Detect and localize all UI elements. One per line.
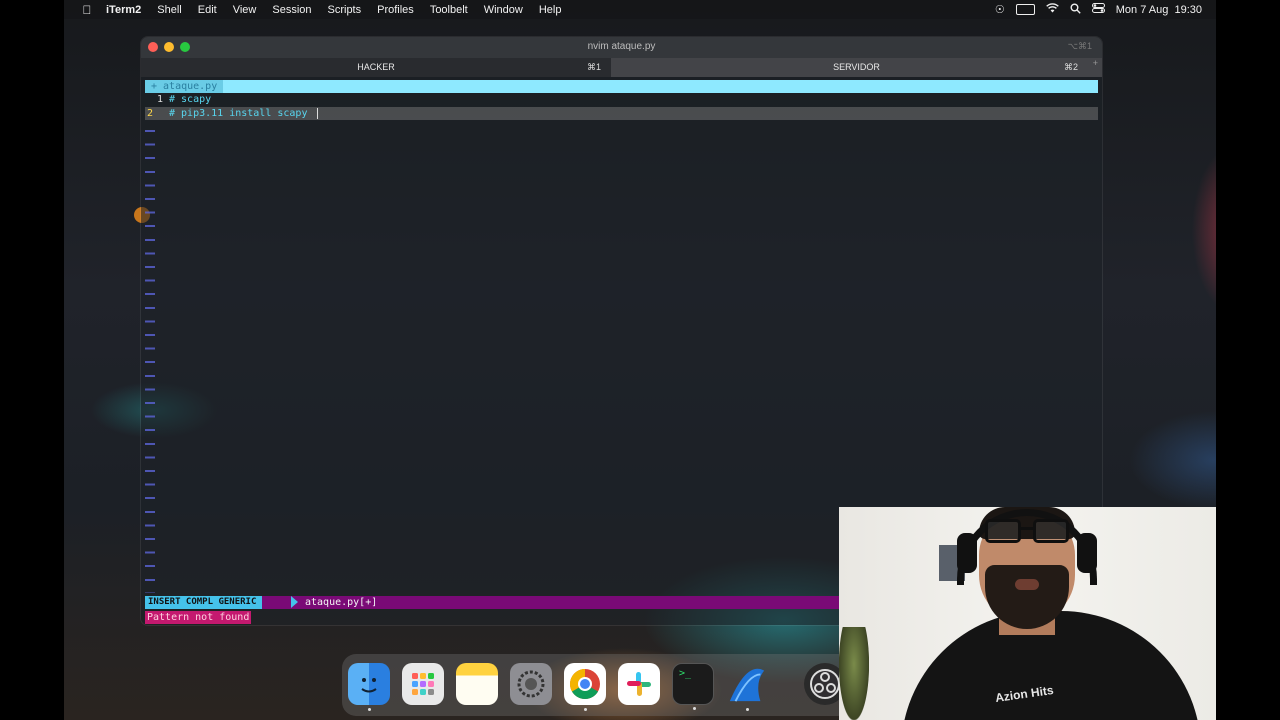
tab-shortcut: ⌘2 bbox=[1063, 62, 1078, 72]
tab-hacker[interactable]: HACKER ⌘1 bbox=[141, 58, 611, 77]
wireshark-icon[interactable] bbox=[726, 663, 768, 711]
menu-bar:  iTerm2 Shell Edit View Session Scripts… bbox=[64, 0, 1216, 19]
powerline-separator bbox=[291, 596, 298, 608]
slack-icon[interactable] bbox=[618, 663, 660, 705]
focus-icon[interactable]: ☉ bbox=[995, 3, 1005, 16]
empty-line-markers bbox=[145, 123, 155, 593]
webcam-overlay: Azion Hits bbox=[839, 507, 1216, 720]
line-number: 2 bbox=[147, 108, 154, 119]
tab-bar: HACKER ⌘1 SERVIDOR ⌘2 + bbox=[141, 58, 1102, 77]
apple-logo-icon[interactable]:  bbox=[80, 3, 94, 17]
vim-mode-indicator: INSERT COMPL GENERIC bbox=[145, 596, 263, 609]
menu-item-iterm2[interactable]: iTerm2 bbox=[106, 4, 141, 16]
wifi-icon[interactable] bbox=[1045, 3, 1059, 16]
tab-servidor[interactable]: SERVIDOR ⌘2 bbox=[611, 58, 1102, 77]
search-icon[interactable] bbox=[1070, 3, 1081, 17]
system-settings-icon[interactable] bbox=[510, 663, 552, 705]
line-number: 1 bbox=[156, 94, 163, 105]
menu-item-scripts[interactable]: Scripts bbox=[328, 4, 362, 16]
menu-item-window[interactable]: Window bbox=[484, 4, 523, 16]
menu-item-session[interactable]: Session bbox=[272, 4, 311, 16]
launchpad-icon[interactable] bbox=[402, 663, 444, 705]
vim-tabline: + ataque.py bbox=[145, 80, 1098, 93]
menu-item-toolbelt[interactable]: Toolbelt bbox=[430, 4, 468, 16]
menu-bar-clock[interactable]: Mon 7 Aug 19:30 bbox=[1116, 4, 1202, 16]
line-text: # pip3.11 install scapy bbox=[169, 108, 314, 119]
menu-item-shell[interactable]: Shell bbox=[157, 4, 181, 16]
editor-line[interactable]: 1 # scapy bbox=[145, 93, 1098, 106]
headset-earcup bbox=[1077, 533, 1097, 573]
running-indicator bbox=[693, 707, 696, 710]
plant bbox=[839, 627, 869, 720]
tab-label: HACKER bbox=[357, 62, 395, 72]
glasses-lens bbox=[985, 519, 1021, 543]
headset-earcup bbox=[957, 533, 977, 573]
battery-icon[interactable] bbox=[1015, 4, 1035, 15]
running-indicator bbox=[368, 708, 371, 711]
new-tab-button[interactable]: + bbox=[1093, 58, 1098, 68]
tab-label: SERVIDOR bbox=[833, 62, 880, 72]
glasses-lens bbox=[1033, 519, 1069, 543]
line-text: # scapy bbox=[169, 94, 212, 105]
editor-line-current[interactable]: 2 # pip3.11 install scapy bbox=[145, 107, 1098, 120]
tab-shortcut: ⌘1 bbox=[586, 62, 601, 72]
dock: >_ bbox=[342, 654, 852, 716]
running-indicator bbox=[584, 708, 587, 711]
status-filename: ataque.py[+] bbox=[305, 597, 378, 608]
window-shortcut: ⌥⌘1 bbox=[1067, 41, 1092, 51]
menu-item-help[interactable]: Help bbox=[539, 4, 562, 16]
menu-item-edit[interactable]: Edit bbox=[198, 4, 217, 16]
running-indicator bbox=[746, 708, 749, 711]
terminal-icon[interactable]: >_ bbox=[672, 663, 714, 710]
window-title: nvim ataque.py bbox=[587, 41, 656, 52]
title-bar[interactable]: nvim ataque.py ⌥⌘1 bbox=[141, 37, 1102, 58]
finder-icon[interactable] bbox=[348, 663, 390, 711]
menu-item-profiles[interactable]: Profiles bbox=[377, 4, 414, 16]
glasses-icon bbox=[985, 519, 1073, 545]
vim-error-message: Pattern not found bbox=[145, 611, 252, 624]
notes-icon[interactable] bbox=[456, 663, 498, 705]
control-center-icon[interactable] bbox=[1091, 3, 1105, 16]
vim-buffer-tab[interactable]: + ataque.py bbox=[145, 80, 224, 93]
chrome-icon[interactable] bbox=[564, 663, 606, 711]
menu-item-view[interactable]: View bbox=[233, 4, 257, 16]
text-cursor bbox=[316, 107, 318, 119]
glasses-bridge bbox=[1021, 527, 1033, 530]
